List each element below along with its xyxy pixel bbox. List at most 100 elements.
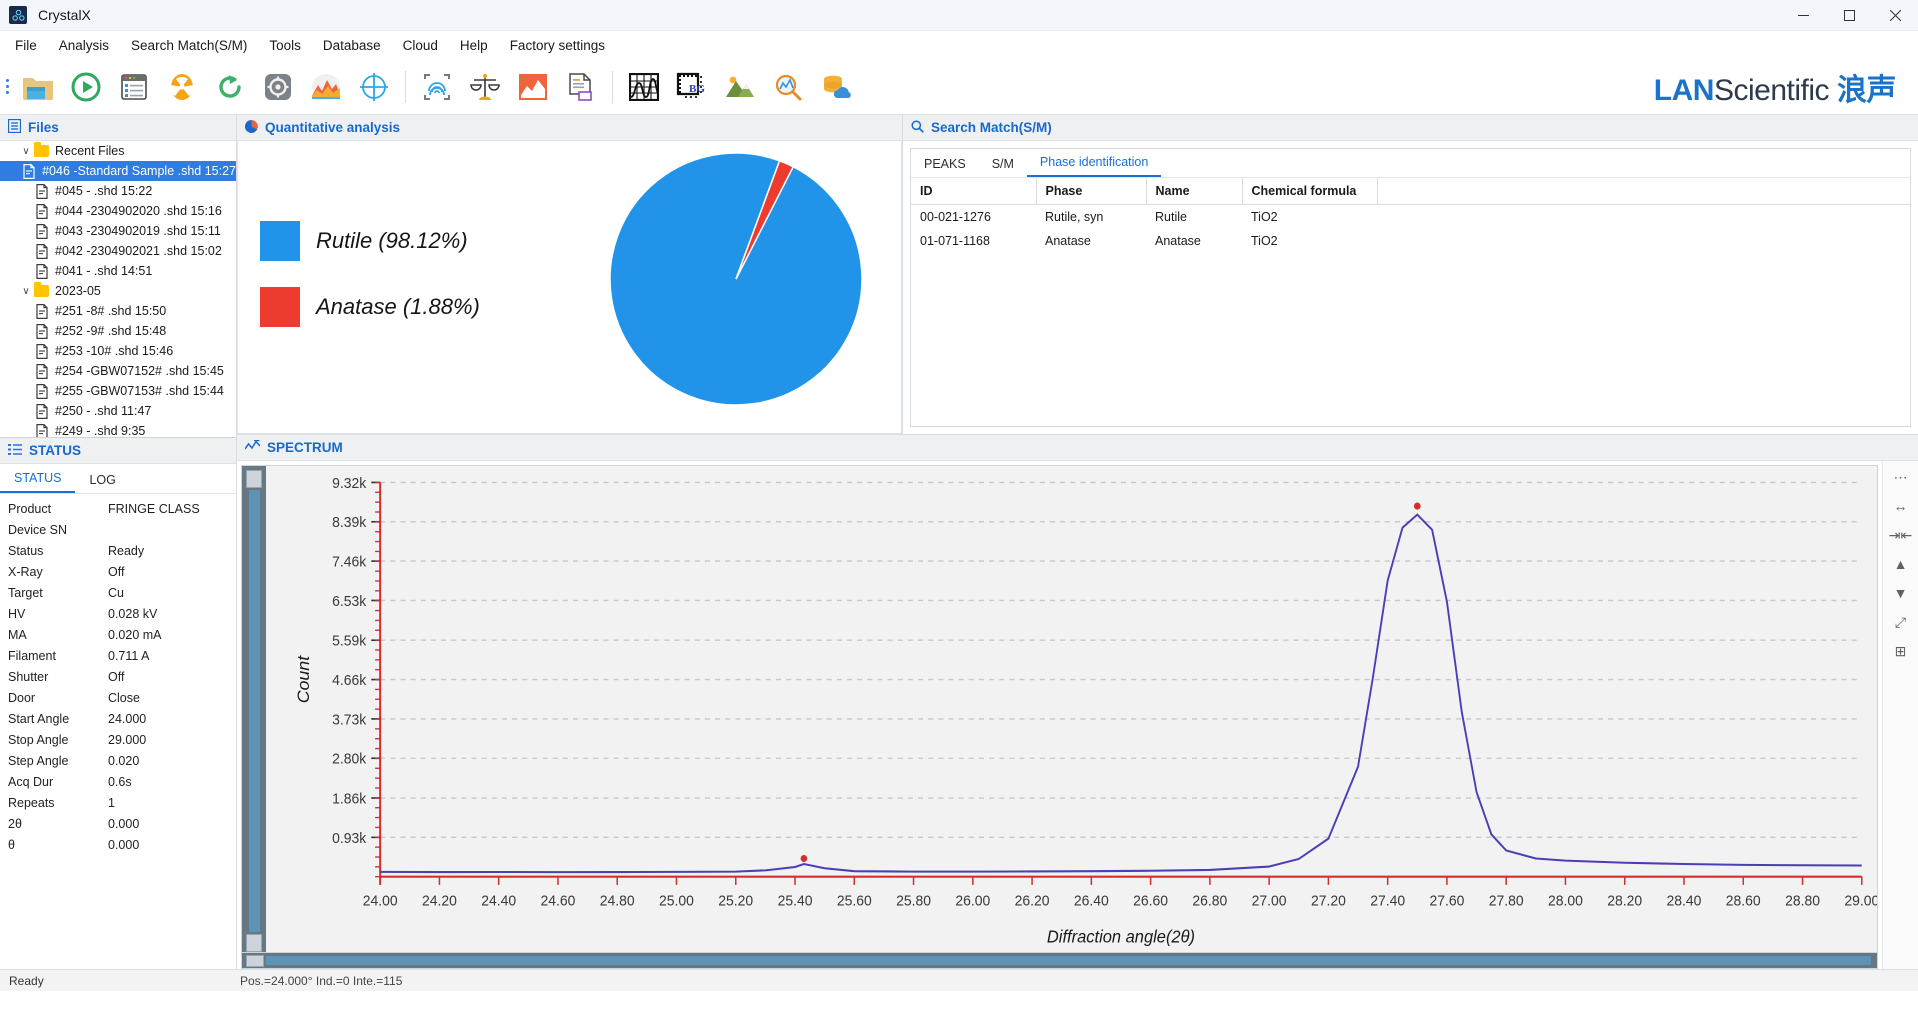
tab-phase-identification[interactable]: Phase identification: [1027, 151, 1161, 177]
chevron-down-icon[interactable]: ∨: [18, 146, 34, 157]
column-chemical-formula[interactable]: Chemical formula: [1242, 178, 1377, 205]
tree-file-item[interactable]: #253 -10# .shd 15:46: [0, 341, 236, 361]
status-row-key: Repeats: [8, 796, 108, 810]
search-icon: [911, 120, 924, 136]
menu-analysis[interactable]: Analysis: [48, 34, 120, 57]
settings-gear-icon[interactable]: [258, 65, 298, 109]
tree-file-item[interactable]: #043 -2304902019 .shd 15:11: [0, 221, 236, 241]
fingerprint-icon[interactable]: [417, 65, 457, 109]
collapse-horizontal-icon[interactable]: ⇥⇤: [1888, 525, 1914, 545]
tree-file-item[interactable]: #044 -2304902020 .shd 15:16: [0, 201, 236, 221]
status-row: Start Angle24.000: [0, 708, 236, 729]
zoom-search-icon[interactable]: [768, 65, 808, 109]
spectrum-header: SPECTRUM: [237, 435, 1918, 461]
tree-file-item[interactable]: #046 -Standard Sample .shd 15:27: [0, 161, 236, 181]
table-row[interactable]: 01-071-1168AnataseAnataseTiO2: [911, 229, 1910, 253]
svg-text:29.00: 29.00: [1844, 893, 1877, 910]
tab-log[interactable]: LOG: [75, 468, 129, 493]
refresh-icon[interactable]: [210, 65, 250, 109]
spectrum-horizontal-scrollbar[interactable]: [241, 953, 1878, 969]
tree-file-item[interactable]: #249 - .shd 9:35: [0, 421, 236, 438]
run-play-icon[interactable]: [66, 65, 106, 109]
tree-group[interactable]: ∨2023-05: [0, 281, 236, 301]
tab-sm[interactable]: S/M: [979, 153, 1027, 177]
fit-width-icon[interactable]: ↔: [1888, 496, 1914, 516]
scroll-down-icon[interactable]: ▼: [1888, 583, 1914, 603]
window-title: CrystalX: [38, 7, 91, 23]
tree-file-item[interactable]: #252 -9# .shd 15:48: [0, 321, 236, 341]
grid-toggle-icon[interactable]: ⊞: [1888, 641, 1914, 661]
svg-text:8.39k: 8.39k: [332, 515, 367, 532]
bg-subtract-icon[interactable]: BG: [672, 65, 712, 109]
menu-cloud[interactable]: Cloud: [392, 34, 449, 57]
radiation-icon[interactable]: [162, 65, 202, 109]
tree-file-item[interactable]: #041 - .shd 14:51: [0, 261, 236, 281]
crosshair-target-icon[interactable]: [354, 65, 394, 109]
table-row[interactable]: 00-021-1276Rutile, synRutileTiO2: [911, 205, 1910, 230]
tree-file-item[interactable]: #254 -GBW07152# .shd 15:45: [0, 361, 236, 381]
minimize-button[interactable]: [1780, 0, 1826, 31]
tree-file-item[interactable]: #042 -2304902021 .shd 15:02: [0, 241, 236, 261]
svg-text:26.60: 26.60: [1133, 893, 1168, 910]
tree-file-item[interactable]: #045 - .shd 15:22: [0, 181, 236, 201]
tree-file-label: #252 -9# .shd 15:48: [55, 324, 166, 338]
menu-search-match[interactable]: Search Match(S/M): [120, 34, 258, 57]
waveform-chart-icon[interactable]: [306, 65, 346, 109]
vscroll-track[interactable]: [249, 490, 260, 932]
toolbar-grip[interactable]: [0, 59, 14, 115]
mountain-peaks-icon[interactable]: [720, 65, 760, 109]
tree-file-label: #041 - .shd 14:51: [55, 264, 152, 278]
status-row-value: Close: [108, 691, 140, 705]
menu-tools[interactable]: Tools: [258, 34, 312, 57]
tree-file-item[interactable]: #251 -8# .shd 15:50: [0, 301, 236, 321]
tree-file-item[interactable]: #250 - .shd 11:47: [0, 401, 236, 421]
fit-page-icon[interactable]: ⤢: [1888, 612, 1914, 632]
tree-file-label: #043 -2304902019 .shd 15:11: [55, 224, 221, 238]
svg-text:25.40: 25.40: [778, 893, 813, 910]
report-list-icon[interactable]: [114, 65, 154, 109]
spectrum-plot[interactable]: 0.93k1.86k2.80k3.73k4.66k5.59k6.53k7.46k…: [266, 466, 1877, 952]
more-options-icon[interactable]: ⋯: [1888, 467, 1914, 487]
status-row-key: θ: [8, 838, 108, 852]
files-tree[interactable]: ∨Recent Files#046 -Standard Sample .shd …: [0, 141, 236, 438]
document-export-icon[interactable]: [561, 65, 601, 109]
column-phase[interactable]: Phase: [1036, 178, 1146, 205]
pie-legend: Rutile (98.12%) Anatase (1.88%): [260, 221, 480, 353]
column-id[interactable]: ID: [911, 178, 1036, 205]
menu-file[interactable]: File: [4, 34, 48, 57]
area-chart-icon[interactable]: [513, 65, 553, 109]
menu-help[interactable]: Help: [449, 34, 499, 57]
table-cell-id: 01-071-1168: [911, 229, 1036, 253]
status-row-key: 2θ: [8, 817, 108, 831]
svg-text:9.32k: 9.32k: [332, 475, 367, 492]
legend-label-rutile: Rutile (98.12%): [316, 228, 468, 254]
grid-curve-icon[interactable]: [624, 65, 664, 109]
tab-status[interactable]: STATUS: [0, 466, 75, 493]
menu-factory-settings[interactable]: Factory settings: [499, 34, 616, 57]
status-row-key: Product: [8, 502, 108, 516]
tree-group[interactable]: ∨Recent Files: [0, 141, 236, 161]
spectrum-vertical-scrollbar[interactable]: [242, 466, 266, 952]
open-folder-icon[interactable]: [18, 65, 58, 109]
status-row: Repeats1: [0, 792, 236, 813]
tree-file-item[interactable]: #255 -GBW07153# .shd 15:44: [0, 381, 236, 401]
menu-database[interactable]: Database: [312, 34, 392, 57]
tab-peaks[interactable]: PEAKS: [911, 153, 979, 177]
status-row: 2θ0.000: [0, 813, 236, 834]
legend-item: Rutile (98.12%): [260, 221, 480, 261]
svg-text:6.53k: 6.53k: [332, 593, 367, 610]
hscroll-thumb[interactable]: [246, 955, 264, 967]
close-button[interactable]: [1872, 0, 1918, 31]
balance-scale-icon[interactable]: [465, 65, 505, 109]
column-name[interactable]: Name: [1146, 178, 1242, 205]
vscroll-thumb[interactable]: [246, 470, 262, 488]
database-cloud-icon[interactable]: [816, 65, 856, 109]
svg-text:4.66k: 4.66k: [332, 673, 367, 690]
maximize-button[interactable]: [1826, 0, 1872, 31]
vscroll-thumb-bottom[interactable]: [246, 934, 262, 952]
svg-text:25.20: 25.20: [718, 893, 753, 910]
hscroll-track[interactable]: [266, 956, 1871, 965]
scroll-up-icon[interactable]: ▲: [1888, 554, 1914, 574]
status-tabs: STATUS LOG: [0, 464, 236, 494]
chevron-down-icon[interactable]: ∨: [18, 286, 34, 297]
